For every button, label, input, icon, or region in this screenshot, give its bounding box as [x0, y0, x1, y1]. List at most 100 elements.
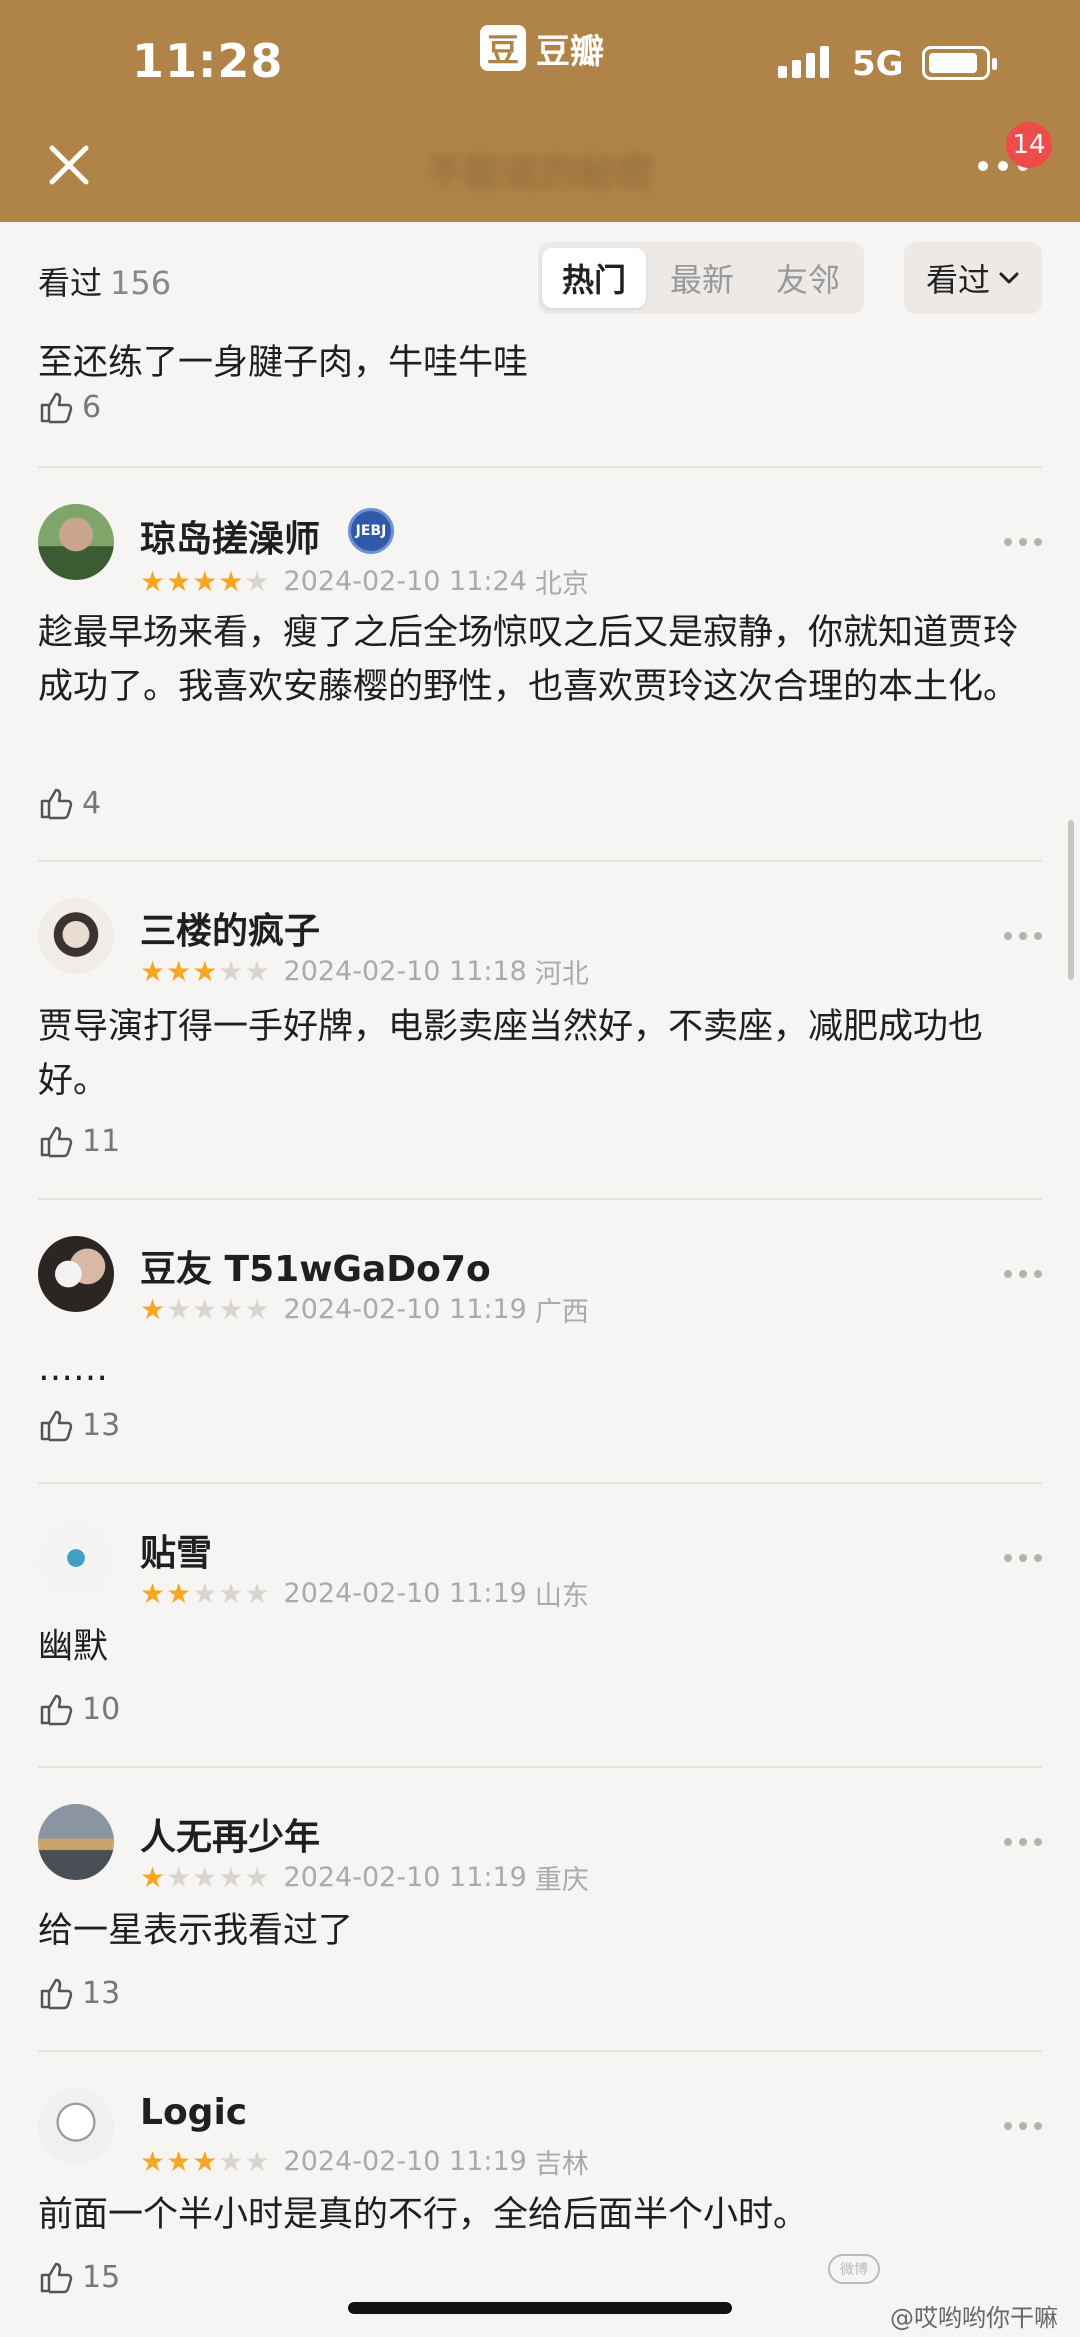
review-location: 广西	[534, 1297, 589, 1328]
avatar[interactable]	[38, 1520, 114, 1596]
tab-friends[interactable]: 友邻	[756, 248, 860, 308]
star-empty-icon: ★	[192, 1576, 218, 1610]
watermark-logo-icon: 微博	[828, 2254, 880, 2284]
top-bar: 11:28 豆 豆瓣 5G 不能说的秘密 14	[0, 0, 1080, 222]
reviewer-name[interactable]: 豆友 T51wGaDo7o	[140, 1240, 491, 1292]
review-location: 河北	[534, 959, 589, 990]
review-more-button[interactable]	[1004, 1552, 1042, 1564]
badge-icon: JEBJ	[348, 508, 394, 554]
divider	[38, 2050, 1042, 2052]
thumbs-up-icon	[40, 1978, 73, 2010]
rating-stars: ★ ★ ★ ★ ★	[140, 2144, 270, 2178]
partial-review-text: 至还练了一身腱子肉，牛哇牛哇	[38, 343, 529, 383]
star-filled-icon: ★	[140, 1292, 166, 1326]
network-label: 5G	[852, 44, 904, 84]
review-more-button[interactable]	[1004, 536, 1042, 548]
like-button[interactable]: 13	[38, 1974, 120, 2012]
status-filter-dropdown[interactable]: 看过	[904, 242, 1042, 314]
review-meta: ★ ★ ★ ★ ★ 2024-02-10 11:19 吉林	[140, 2142, 589, 2181]
like-count: 11	[82, 1123, 121, 1159]
status-app-name: 豆瓣	[536, 31, 604, 72]
review-date: 2024-02-10 11:19	[283, 1862, 527, 1893]
review-text: 给一星表示我看过了	[38, 1911, 354, 1951]
review-text: 幽默	[38, 1627, 109, 1667]
tab-hot[interactable]: 热门	[542, 248, 646, 308]
avatar[interactable]	[38, 1804, 114, 1880]
divider	[38, 1482, 1042, 1484]
scroll-indicator[interactable]	[1068, 820, 1074, 980]
review-more-button[interactable]	[1004, 1836, 1042, 1848]
avatar[interactable]	[38, 898, 114, 974]
divider	[38, 466, 1042, 468]
star-filled-icon: ★	[192, 564, 218, 598]
reviewer-name[interactable]: 贴雪	[140, 1524, 212, 1576]
watched-label: 看过	[38, 264, 103, 302]
review-date: 2024-02-10 11:19	[283, 1578, 527, 1609]
review-more-button[interactable]	[1004, 930, 1042, 942]
review-location: 山东	[534, 1581, 589, 1612]
tab-latest[interactable]: 最新	[650, 248, 754, 308]
review-location: 重庆	[534, 1865, 589, 1896]
thumbs-up-icon	[40, 788, 73, 820]
sort-tabs: 热门 最新 友邻	[538, 242, 864, 314]
like-button[interactable]: 4	[38, 784, 101, 822]
like-button[interactable]: 11	[38, 1122, 120, 1160]
like-count: 4	[82, 785, 102, 821]
star-empty-icon: ★	[192, 1860, 218, 1894]
star-empty-icon: ★	[218, 2144, 244, 2178]
page-title: 不能说的秘密	[426, 151, 655, 195]
star-empty-icon: ★	[218, 954, 244, 988]
filter-bar: 看过 156 热门 最新 友邻 看过	[0, 222, 1080, 334]
review-date: 2024-02-10 11:18	[283, 956, 527, 987]
review-text: ……	[38, 1349, 108, 1389]
review-location: 吉林	[534, 2149, 589, 2180]
signal-icon	[778, 46, 829, 78]
reviewer-name[interactable]: 琼岛搓澡师	[140, 510, 320, 562]
reviewer-name[interactable]: Logic	[140, 2092, 247, 2133]
star-empty-icon: ★	[192, 1292, 218, 1326]
close-button[interactable]	[40, 136, 98, 194]
review-meta: ★ ★ ★ ★ ★ 2024-02-10 11:24 北京	[140, 562, 589, 601]
like-button[interactable]: 10	[38, 1690, 120, 1728]
star-filled-icon: ★	[218, 564, 244, 598]
watermark: @哎哟哟你干嘛	[890, 2304, 1058, 2332]
rating-stars: ★ ★ ★ ★ ★	[140, 1292, 270, 1326]
star-filled-icon: ★	[140, 564, 166, 598]
star-filled-icon: ★	[140, 1860, 166, 1894]
avatar[interactable]	[38, 2088, 114, 2164]
like-count: 15	[82, 2259, 121, 2295]
star-filled-icon: ★	[166, 1576, 192, 1610]
thumbs-up-icon	[40, 392, 73, 424]
status-time: 11:28	[132, 34, 284, 88]
like-count: 10	[82, 1691, 121, 1727]
more-dots-icon	[978, 161, 988, 171]
review-text: 贾导演打得一手好牌，电影卖座当然好，不卖座，减肥成功也好。	[38, 1007, 984, 1101]
review-more-button[interactable]	[1004, 2120, 1042, 2132]
review-meta: ★ ★ ★ ★ ★ 2024-02-10 11:19 广西	[140, 1290, 589, 1329]
star-empty-icon: ★	[244, 1576, 270, 1610]
star-empty-icon: ★	[244, 564, 270, 598]
review-text: 趁最早场来看，瘦了之后全场惊叹之后又是寂静，你就知道贾玲成功了。我喜欢安藤樱的野…	[38, 613, 1019, 707]
star-empty-icon: ★	[244, 2144, 270, 2178]
close-icon	[49, 145, 89, 185]
star-empty-icon: ★	[166, 1292, 192, 1326]
star-filled-icon: ★	[140, 2144, 166, 2178]
star-empty-icon: ★	[166, 1860, 192, 1894]
avatar[interactable]	[38, 504, 114, 580]
reviewer-name[interactable]: 人无再少年	[140, 1808, 320, 1860]
like-button[interactable]: 15	[38, 2258, 120, 2296]
home-indicator[interactable]	[348, 2302, 732, 2314]
star-empty-icon: ★	[244, 1860, 270, 1894]
status-app-indicator: 豆 豆瓣	[480, 24, 604, 72]
like-button[interactable]: 13	[38, 1406, 120, 1444]
like-button[interactable]: 6	[38, 388, 101, 426]
like-count: 13	[82, 1975, 121, 2011]
avatar[interactable]	[38, 1236, 114, 1312]
review-meta: ★ ★ ★ ★ ★ 2024-02-10 11:18 河北	[140, 952, 589, 991]
reviewer-name[interactable]: 三楼的疯子	[140, 902, 320, 954]
divider	[38, 1766, 1042, 1768]
review-more-button[interactable]	[1004, 1268, 1042, 1280]
star-filled-icon: ★	[192, 2144, 218, 2178]
star-filled-icon: ★	[140, 954, 166, 988]
star-filled-icon: ★	[140, 1576, 166, 1610]
